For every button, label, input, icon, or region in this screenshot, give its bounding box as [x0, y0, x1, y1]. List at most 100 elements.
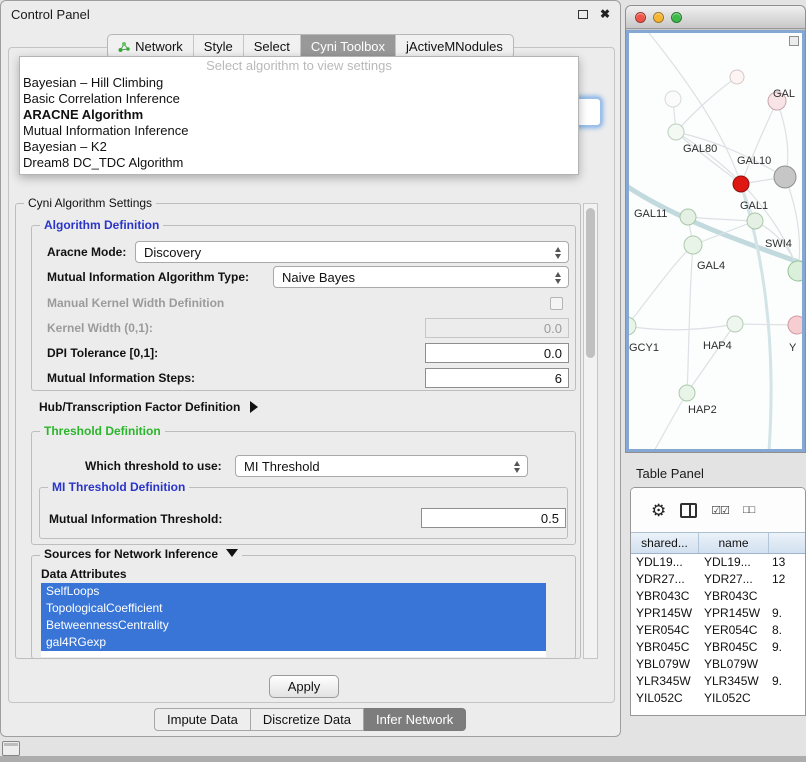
network-node[interactable]: [680, 209, 696, 225]
table-body: YDL19...YDL19...13YDR27...YDR27...12YBR0…: [631, 554, 805, 707]
table-row[interactable]: YDL19...YDL19...13: [631, 554, 805, 571]
table-row[interactable]: YBR045CYBR045C9.: [631, 639, 805, 656]
network-node[interactable]: [684, 236, 702, 254]
attribute-list-item[interactable]: SelfLoops: [41, 583, 546, 600]
network-node[interactable]: [727, 316, 743, 332]
table-cell: [769, 690, 803, 707]
minimize-traffic-light[interactable]: [653, 12, 664, 23]
combobox-value: Discovery: [144, 245, 201, 260]
network-node[interactable]: [774, 166, 796, 188]
group-title: Cyni Algorithm Settings: [24, 196, 156, 211]
tab-select[interactable]: Select: [244, 35, 301, 58]
node-label: GCY1: [629, 342, 659, 354]
mi-threshold-field[interactable]: 0.5: [421, 508, 566, 528]
tab-network[interactable]: Network: [108, 35, 194, 58]
table-row[interactable]: YBL079WYBL079W: [631, 656, 805, 673]
network-node[interactable]: [665, 91, 681, 107]
network-window-titlebar: [626, 6, 805, 29]
which-threshold-label: Which threshold to use:: [85, 459, 222, 473]
table-cell: YER054C: [631, 622, 699, 639]
tab-cyni-toolbox[interactable]: Cyni Toolbox: [301, 35, 396, 58]
algorithm-option[interactable]: Basic Correlation Inference: [20, 91, 578, 107]
minimized-panel-icon[interactable]: [2, 741, 20, 756]
zoom-traffic-light[interactable]: [671, 12, 682, 23]
columns-icon[interactable]: [680, 503, 697, 518]
mi-algorithm-type-combobox[interactable]: Naive Bayes: [273, 266, 569, 288]
data-attributes-list[interactable]: SelfLoopsTopologicalCoefficientBetweenne…: [41, 583, 546, 657]
table-cell: YLR345W: [631, 673, 699, 690]
sources-section-toggle[interactable]: Sources for Network Inference: [40, 547, 242, 562]
stepper-icon: [551, 245, 564, 261]
network-node[interactable]: [788, 261, 802, 281]
node-label: GAL: [773, 88, 795, 100]
algorithm-option[interactable]: Dream8 DC_TDC Algorithm: [20, 155, 578, 171]
table-cell: YBR045C: [631, 639, 699, 656]
tab-style[interactable]: Style: [194, 35, 244, 58]
table-row[interactable]: YPR145WYPR145W9.: [631, 605, 805, 622]
window-controls: ✖: [578, 8, 610, 20]
algorithm-option[interactable]: ARACNE Algorithm: [20, 107, 578, 123]
tab-jactivemodules[interactable]: jActiveMNodules: [396, 35, 513, 58]
column-header-partial[interactable]: [769, 533, 803, 553]
table-cell: [769, 656, 803, 673]
tab-impute-data[interactable]: Impute Data: [154, 708, 251, 731]
node-label: Y: [789, 342, 797, 354]
hub-section-toggle[interactable]: Hub/Transcription Factor Definition: [39, 398, 258, 416]
bottom-tab-bar: Impute Data Discretize Data Infer Networ…: [154, 708, 466, 731]
network-tab-icon: [118, 41, 130, 53]
deselect-all-icon[interactable]: □□: [743, 504, 754, 516]
algorithm-option[interactable]: Bayesian – Hill Climbing: [20, 75, 578, 91]
dpi-tolerance-label: DPI Tolerance [0,1]:: [47, 346, 158, 360]
table-row[interactable]: YIL052CYIL052C: [631, 690, 805, 707]
tab-infer-network[interactable]: Infer Network: [364, 708, 466, 731]
close-traffic-light[interactable]: [635, 12, 646, 23]
algorithm-option[interactable]: Mutual Information Inference: [20, 123, 578, 139]
network-node[interactable]: [747, 213, 763, 229]
mi-algorithm-type-label: Mutual Information Algorithm Type:: [47, 270, 249, 284]
network-node[interactable]: [730, 70, 744, 84]
kernel-width-field[interactable]: 0.0: [425, 318, 569, 338]
control-panel-window: Control Panel ✖ Network Style Select Cyn…: [0, 0, 621, 737]
attribute-list-item[interactable]: BetweennessCentrality: [41, 617, 546, 634]
table-row[interactable]: YER054CYER054C8.: [631, 622, 805, 639]
table-cell: 12: [769, 571, 803, 588]
settings-scrollbar[interactable]: [583, 203, 598, 659]
group-title: Algorithm Definition: [40, 218, 163, 233]
dpi-tolerance-field[interactable]: 0.0: [425, 343, 569, 363]
scrollbar-thumb[interactable]: [586, 208, 595, 358]
gear-icon[interactable]: ⚙: [651, 502, 666, 519]
group-title: Threshold Definition: [40, 424, 165, 439]
manual-kernel-width-checkbox[interactable]: [550, 297, 563, 310]
table-row[interactable]: YBR043CYBR043C: [631, 588, 805, 605]
attribute-list-item[interactable]: gal4RGexp: [41, 634, 546, 651]
apply-button[interactable]: Apply: [269, 675, 339, 698]
node-label: GAL80: [683, 143, 717, 155]
network-edge: [654, 393, 687, 449]
float-window-icon[interactable]: [578, 10, 588, 19]
attribute-list-item[interactable]: TopologicalCoefficient: [41, 600, 546, 617]
close-icon[interactable]: ✖: [600, 8, 610, 20]
network-node[interactable]: [668, 124, 684, 140]
which-threshold-combobox[interactable]: MI Threshold: [235, 455, 528, 477]
network-graph: GALGAL80GAL10GAL11GAL1SWI4GAL4GCY1HAP4HA…: [629, 33, 802, 449]
network-node[interactable]: [733, 176, 749, 192]
table-row[interactable]: YDR27...YDR27...12: [631, 571, 805, 588]
network-node[interactable]: [629, 317, 636, 335]
aracne-mode-combobox[interactable]: Discovery: [135, 241, 569, 263]
select-all-icon[interactable]: ☑☑: [711, 504, 729, 517]
network-node[interactable]: [679, 385, 695, 401]
tab-discretize-data[interactable]: Discretize Data: [251, 708, 364, 731]
table-panel-title: Table Panel: [636, 466, 704, 481]
table-row[interactable]: YLR345WYLR345W9.: [631, 673, 805, 690]
manual-kernel-width-label: Manual Kernel Width Definition: [47, 296, 224, 310]
node-label: GAL4: [697, 260, 725, 272]
overview-toggle-icon[interactable]: [789, 36, 799, 46]
mi-steps-field[interactable]: 6: [425, 368, 569, 388]
stepper-icon: [510, 459, 523, 475]
algorithm-dropdown: Select algorithm to view settings Bayesi…: [19, 56, 579, 175]
network-node[interactable]: [788, 316, 802, 334]
column-header-shared[interactable]: shared...: [631, 533, 699, 553]
column-header-name[interactable]: name: [699, 533, 769, 553]
algorithm-option[interactable]: Bayesian – K2: [20, 139, 578, 155]
node-label: GAL1: [740, 200, 768, 212]
